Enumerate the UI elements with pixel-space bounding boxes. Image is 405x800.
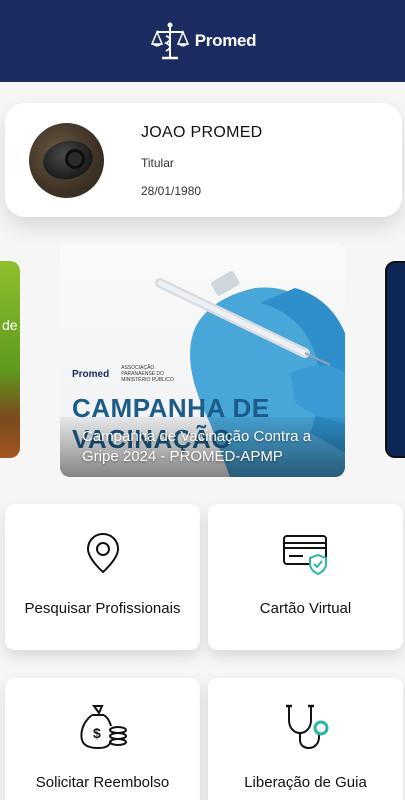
brand-name: Promed (194, 31, 257, 50)
carousel-slide-prev[interactable]: de (0, 261, 20, 458)
tile-label: Pesquisar Profissionais (24, 600, 181, 617)
request-reimbursement-tile[interactable]: $ Solicitar Reembolso (5, 678, 200, 800)
tile-label: Liberação de Guia (244, 774, 367, 791)
tile-label: Solicitar Reembolso (35, 774, 170, 791)
virtual-card-shield-icon (282, 535, 327, 576)
guide-release-tile[interactable]: Liberação de Guia (208, 678, 403, 800)
stethoscope-icon (285, 704, 328, 750)
svg-text:$: $ (93, 725, 101, 741)
search-professionals-tile[interactable]: Pesquisar Profissionais (5, 504, 200, 650)
carousel-slide-current[interactable]: Promed Associação Paranaense do Ministér… (60, 243, 345, 477)
profile-birth-date: 28/01/1980 (141, 184, 202, 198)
tile-label: Cartão Virtual (259, 600, 352, 617)
profile-role: Titular (141, 156, 174, 170)
promed-logo: Promed (149, 20, 257, 62)
news-carousel[interactable]: de Promed Associação Paranaense do Minis… (0, 243, 405, 477)
carousel-slide-next[interactable] (385, 261, 405, 458)
avatar[interactable] (29, 123, 104, 198)
banner-promed-logo: Promed (72, 368, 110, 380)
location-pin-icon (86, 532, 119, 574)
banner-logos: Promed Associação Paranaense do Ministér… (72, 365, 181, 383)
profile-card[interactable] (5, 103, 402, 217)
app-header: Promed (0, 0, 405, 82)
caduceus-scales-icon (150, 22, 189, 60)
banner-caption: Campanha de Vacinação Contra a Gripe 202… (82, 428, 312, 465)
prev-slide-text: de (2, 317, 18, 333)
profile-name: JOAO PROMED (141, 124, 263, 141)
virtual-card-tile[interactable]: Cartão Virtual (208, 504, 403, 650)
money-bag-coins-icon: $ (79, 705, 127, 750)
banner-association-logo: Associação Paranaense do Ministério Públ… (121, 365, 174, 383)
